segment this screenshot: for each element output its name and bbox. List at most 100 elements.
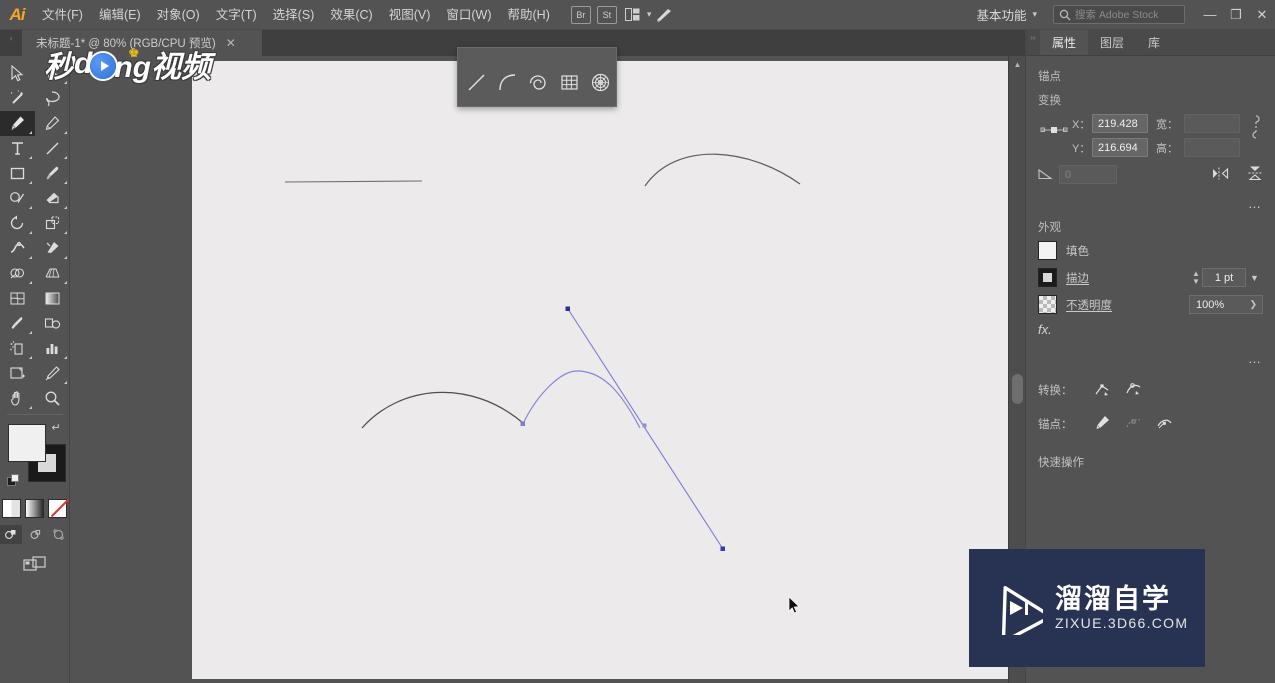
spiral-tool[interactable] (524, 67, 553, 97)
shaper-tool[interactable] (0, 186, 35, 211)
fill-swatch[interactable] (7, 424, 46, 462)
opacity-label[interactable]: 不透明度 (1066, 297, 1112, 313)
minimize-button[interactable]: — (1197, 2, 1223, 28)
rectangular-grid-tool[interactable] (555, 67, 584, 97)
flip-horizontal-icon[interactable] (1212, 166, 1229, 184)
line-segment-tool[interactable] (462, 67, 491, 97)
stock-brush-icon[interactable] (653, 5, 675, 25)
transform-more-options[interactable]: … (1038, 196, 1263, 211)
color-mode-gradient[interactable] (25, 499, 44, 518)
eyedropper-tool[interactable] (0, 311, 35, 336)
y-input[interactable]: 216.694 (1092, 138, 1148, 157)
opacity-input[interactable]: 100% ❯ (1189, 295, 1263, 314)
arc-tool[interactable] (493, 67, 522, 97)
close-icon[interactable]: ✕ (226, 36, 236, 50)
menu-help[interactable]: 帮助(H) (500, 0, 558, 30)
arrange-documents-icon[interactable] (622, 5, 644, 25)
line-tool-flyout-panel[interactable] (457, 47, 617, 107)
arrange-caret-icon[interactable]: ▾ (647, 9, 652, 20)
slice-tool[interactable] (35, 361, 70, 386)
width-tool[interactable] (0, 236, 35, 261)
appearance-more-options[interactable]: … (1038, 351, 1263, 366)
magic-wand-tool[interactable] (0, 86, 35, 111)
menu-file[interactable]: 文件(F) (34, 0, 91, 30)
document-tab[interactable]: 未标题-1* @ 80% (RGB/CPU 预览) ✕ (22, 30, 262, 56)
restore-button[interactable]: ❐ (1223, 2, 1249, 28)
menu-view[interactable]: 视图(V) (381, 0, 439, 30)
stroke-width-input[interactable]: 1 pt (1202, 268, 1246, 287)
tab-libraries[interactable]: 库 (1136, 30, 1172, 55)
x-input[interactable]: 219.428 (1092, 114, 1148, 133)
menu-edit[interactable]: 编辑(E) (91, 0, 149, 30)
anchor-show-handles-icon[interactable] (1156, 414, 1173, 434)
close-button[interactable]: ✕ (1249, 2, 1275, 28)
curvature-tool[interactable] (35, 111, 70, 136)
symbol-sprayer-tool[interactable] (0, 336, 35, 361)
menu-select[interactable]: 选择(S) (265, 0, 323, 30)
fill-color-swatch[interactable] (1038, 241, 1057, 260)
mesh-tool[interactable] (0, 286, 35, 311)
free-transform-tool[interactable] (35, 236, 70, 261)
color-mode-none[interactable] (48, 499, 67, 518)
convert-to-corner-icon[interactable] (1094, 380, 1111, 400)
blend-tool[interactable] (35, 311, 70, 336)
draw-normal-mode[interactable] (0, 525, 22, 544)
scale-tool[interactable] (35, 211, 70, 236)
opacity-expand-icon[interactable]: ❯ (1249, 299, 1257, 310)
rectangle-tool[interactable] (0, 161, 35, 186)
menu-type[interactable]: 文字(T) (208, 0, 265, 30)
menu-window[interactable]: 窗口(W) (438, 0, 499, 30)
stroke-width-stepper[interactable]: ▲ ▼ (1190, 269, 1202, 286)
tabbar-grip[interactable]: ⸯ (0, 30, 22, 56)
search-input[interactable]: 搜索 Adobe Stock (1053, 5, 1185, 24)
tab-layers[interactable]: 图层 (1088, 30, 1136, 55)
menu-effect[interactable]: 效果(C) (322, 0, 380, 30)
paintbrush-tool[interactable] (35, 161, 70, 186)
column-graph-tool[interactable] (35, 336, 70, 361)
default-fill-stroke-icon[interactable] (6, 474, 21, 488)
height-input[interactable] (1184, 138, 1240, 157)
scroll-up-arrow-icon[interactable]: ▲ (1009, 56, 1026, 72)
chevron-down-icon[interactable]: ▼ (1246, 268, 1263, 287)
polar-grid-tool[interactable] (586, 67, 615, 97)
menu-object[interactable]: 对象(O) (149, 0, 208, 30)
bridge-icon[interactable]: Br (570, 5, 591, 24)
hand-tool[interactable] (0, 386, 35, 411)
link-dimensions-icon[interactable] (1250, 114, 1263, 143)
draw-behind-mode[interactable] (24, 525, 46, 544)
rotate-tool[interactable] (0, 211, 35, 236)
flyout-drag-grip[interactable] (458, 48, 616, 59)
shape-builder-tool[interactable] (0, 261, 35, 286)
fx-button[interactable]: fx. (1038, 322, 1263, 337)
swap-fill-stroke-icon[interactable]: ↵ (52, 422, 65, 435)
selection-tool[interactable] (0, 61, 35, 86)
panel-collapse-grip[interactable]: ›› (1026, 30, 1040, 55)
draw-inside-mode[interactable] (48, 525, 70, 544)
change-screen-mode[interactable] (22, 556, 47, 578)
zoom-tool[interactable] (35, 386, 70, 411)
direct-selection-tool[interactable] (35, 61, 70, 86)
scrollbar-thumb[interactable] (1012, 374, 1023, 404)
artboard-tool[interactable] (0, 361, 35, 386)
anchor-add-icon[interactable] (1094, 414, 1111, 434)
reference-point-icon[interactable] (1038, 114, 1070, 146)
gradient-tool[interactable] (35, 286, 70, 311)
width-input[interactable] (1184, 114, 1240, 133)
workspace-switcher[interactable]: 基本功能 ▾ (970, 5, 1043, 24)
canvas-area[interactable] (70, 56, 1030, 683)
line-segment-tool[interactable] (35, 136, 70, 161)
flip-vertical-icon[interactable] (1247, 165, 1263, 184)
pen-tool[interactable] (0, 111, 35, 136)
anchor-remove-icon[interactable] (1125, 414, 1142, 434)
perspective-grid-tool[interactable] (35, 261, 70, 286)
tab-properties[interactable]: 属性 (1040, 30, 1089, 55)
lasso-tool[interactable] (35, 86, 70, 111)
stock-icon[interactable]: St (596, 5, 617, 24)
type-tool[interactable] (0, 136, 35, 161)
convert-to-smooth-icon[interactable] (1125, 380, 1142, 400)
stroke-label[interactable]: 描边 (1066, 270, 1089, 286)
angle-input[interactable]: 0 (1059, 165, 1117, 184)
stroke-color-swatch[interactable] (1038, 268, 1057, 287)
eraser-tool[interactable] (35, 186, 70, 211)
color-mode-solid[interactable] (2, 499, 21, 518)
